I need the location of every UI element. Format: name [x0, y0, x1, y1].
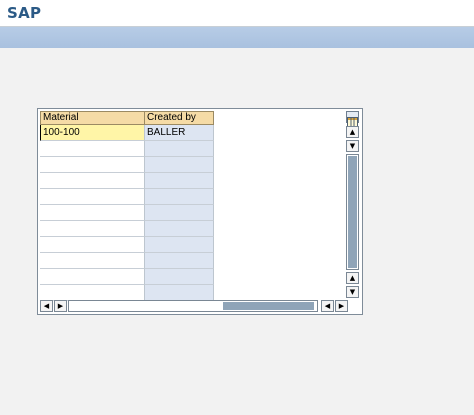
triangle-down-icon: ▼	[349, 287, 356, 296]
scroll-left-button[interactable]: ◀	[321, 300, 334, 312]
cell-material[interactable]	[40, 285, 145, 301]
table-row[interactable]	[40, 205, 214, 221]
horizontal-scroll-thumb[interactable]	[223, 302, 314, 310]
application-toolbar	[0, 27, 474, 48]
cell-material[interactable]	[40, 221, 145, 237]
scroll-last-column-button[interactable]: ▶	[335, 300, 348, 312]
title-bar: SAP	[0, 0, 474, 27]
cell-created-by[interactable]: BALLER	[145, 125, 214, 141]
cell-created-by[interactable]	[145, 221, 214, 237]
scroll-first-column-button[interactable]: ◀	[40, 300, 53, 312]
alv-grid: Material Created by 100-100 BALLER ▲ ▼ ▲ …	[37, 108, 363, 315]
triangle-left-icon: ◀	[324, 301, 331, 310]
scroll-bottom-button[interactable]: ▼	[346, 286, 359, 298]
cell-created-by[interactable]	[145, 173, 214, 189]
cell-created-by[interactable]	[145, 189, 214, 205]
column-header-created-by[interactable]: Created by	[144, 111, 214, 125]
cell-created-by[interactable]	[145, 269, 214, 285]
vertical-scrollbar[interactable]: ▲ ▼ ▲ ▼	[346, 126, 359, 298]
cell-material[interactable]	[40, 141, 145, 157]
cell-created-by[interactable]	[145, 237, 214, 253]
scroll-up-button[interactable]: ▼	[346, 140, 359, 152]
cell-material[interactable]	[40, 189, 145, 205]
table-row[interactable]	[40, 189, 214, 205]
cell-material[interactable]	[40, 157, 145, 173]
scroll-down-button[interactable]: ▲	[346, 272, 359, 284]
cell-material[interactable]	[40, 173, 145, 189]
triangle-right-icon: ▶	[338, 301, 345, 310]
triangle-left-icon: ◀	[43, 301, 50, 310]
table-row[interactable]	[40, 157, 214, 173]
cell-material[interactable]	[40, 253, 145, 269]
table-row[interactable]	[40, 221, 214, 237]
cell-material[interactable]	[40, 237, 145, 253]
cell-created-by[interactable]	[145, 141, 214, 157]
triangle-right-icon: ▶	[57, 301, 64, 310]
table-row[interactable]	[40, 285, 214, 301]
scroll-right-button[interactable]: ▶	[54, 300, 67, 312]
table-row[interactable]	[40, 253, 214, 269]
cell-created-by[interactable]	[145, 157, 214, 173]
cell-created-by[interactable]	[145, 253, 214, 269]
triangle-down-icon: ▼	[349, 141, 356, 150]
horizontal-scrollbar[interactable]: ◀ ▶ ◀ ▶	[40, 300, 360, 313]
table-row[interactable]	[40, 269, 214, 285]
cell-created-by[interactable]	[145, 205, 214, 221]
triangle-up-icon: ▲	[349, 127, 356, 136]
table-row[interactable]	[40, 141, 214, 157]
table-row[interactable]	[40, 237, 214, 253]
vertical-scroll-track[interactable]	[346, 154, 359, 270]
cell-material[interactable]: 100-100	[40, 125, 145, 141]
horizontal-scroll-track[interactable]	[68, 300, 318, 312]
table-row[interactable]: 100-100 BALLER	[40, 125, 214, 141]
cell-material[interactable]	[40, 205, 145, 221]
scroll-top-button[interactable]: ▲	[346, 126, 359, 138]
cell-material[interactable]	[40, 269, 145, 285]
triangle-up-icon: ▲	[349, 273, 356, 282]
column-header-material[interactable]: Material	[40, 111, 145, 125]
table-row[interactable]	[40, 173, 214, 189]
grid-rows: 100-100 BALLER	[40, 125, 214, 301]
app-title: SAP	[7, 4, 42, 22]
column-layout-icon[interactable]	[346, 111, 359, 127]
cell-created-by[interactable]	[145, 285, 214, 301]
vertical-scroll-thumb[interactable]	[348, 156, 357, 268]
